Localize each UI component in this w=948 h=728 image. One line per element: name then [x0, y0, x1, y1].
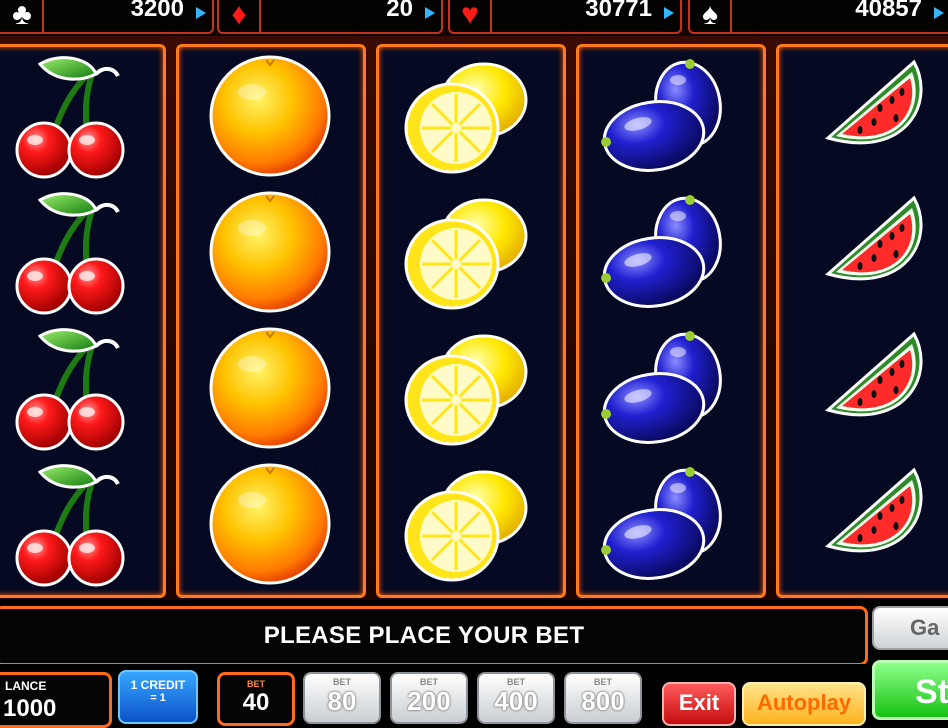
bet-option-button[interactable]: BET 200 — [390, 672, 468, 724]
bet-selected-button[interactable]: BET 40 — [217, 672, 295, 726]
watermelon-icon — [796, 188, 936, 316]
credit-value-button[interactable]: 1 CREDIT = 1 — [118, 670, 198, 724]
gamble-button[interactable]: Ga — [872, 606, 948, 650]
bet-option-button[interactable]: BET 80 — [303, 672, 381, 724]
plum-icon — [596, 460, 736, 588]
credit-line2: = 1 — [150, 692, 166, 704]
plum-icon — [596, 188, 736, 316]
start-button[interactable]: St — [872, 660, 948, 720]
message-text: PLEASE PLACE YOUR BET — [263, 622, 585, 649]
lemon-icon — [396, 52, 536, 180]
balance-label: LANCE — [5, 679, 47, 693]
lemon-icon — [396, 324, 536, 452]
watermelon-icon — [796, 324, 936, 452]
bet-option-button[interactable]: BET 400 — [477, 672, 555, 724]
orange-icon — [200, 460, 340, 588]
jackpot-value: 30771 — [585, 0, 652, 22]
bet-value: 400 — [494, 686, 538, 716]
hearts-icon: ♥ — [450, 0, 492, 32]
bet-label: BET — [247, 679, 265, 689]
watermelon-icon — [796, 460, 936, 588]
plum-icon — [596, 324, 736, 452]
autoplay-button[interactable]: Autoplay — [742, 682, 866, 726]
bet-option-button[interactable]: BET 800 — [564, 672, 642, 724]
diamonds-icon: ♦ — [219, 0, 261, 32]
jackpot-value: 3200 — [130, 0, 184, 22]
clubs-icon: ♣ — [2, 0, 44, 32]
jackpot-value: 40857 — [855, 0, 922, 22]
play-arrow-icon — [934, 7, 944, 19]
bet-value: 40 — [242, 689, 270, 716]
lemon-icon — [396, 460, 536, 588]
orange-icon — [200, 188, 340, 316]
cherry-icon — [0, 460, 140, 588]
play-arrow-icon — [664, 7, 674, 19]
jackpot-hearts: ♥ 30771 — [448, 0, 682, 34]
orange-icon — [200, 324, 340, 452]
cherry-icon — [0, 52, 140, 180]
play-arrow-icon — [425, 7, 435, 19]
cherry-icon — [0, 324, 140, 452]
jackpot-diamonds: ♦ 20 — [217, 0, 443, 34]
lemon-icon — [396, 188, 536, 316]
exit-button[interactable]: Exit — [662, 682, 736, 726]
spades-icon: ♠ — [690, 0, 732, 32]
bet-value: 200 — [407, 686, 451, 716]
jackpot-spades: ♠ 40857 — [688, 0, 948, 34]
credit-line1: 1 CREDIT — [130, 678, 186, 692]
plum-icon — [596, 52, 736, 180]
balance-value: 1000 — [3, 695, 57, 722]
message-bar: PLEASE PLACE YOUR BET — [0, 606, 868, 666]
play-arrow-icon — [196, 7, 206, 19]
balance-display: LANCE 1000 — [0, 672, 112, 728]
jackpot-clubs: ♣ 3200 — [0, 0, 214, 34]
orange-icon — [200, 52, 340, 180]
watermelon-icon — [796, 52, 936, 180]
jackpot-value: 20 — [386, 0, 413, 22]
bet-value: 800 — [581, 686, 625, 716]
bet-value: 80 — [327, 686, 357, 716]
control-bar: LANCE 1000 1 CREDIT = 1 BET 40 BET 80 BE… — [0, 660, 948, 728]
cherry-icon — [0, 188, 140, 316]
jackpot-bar: ♣ 3200 ♦ 20 ♥ 30771 ♠ 40857 — [0, 0, 948, 36]
